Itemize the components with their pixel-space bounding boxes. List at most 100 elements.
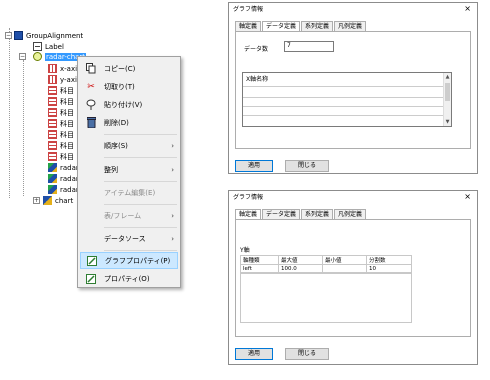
tab-data[interactable]: データ定義 [262,209,301,219]
grid-row-line [243,97,443,98]
menu-separator [104,250,177,251]
series-icon [48,174,57,183]
item-icon [48,130,57,139]
table-empty-area [240,273,412,323]
menu-item-delete[interactable]: 削除(D) [80,114,178,131]
tab-bar: 軸定義 データ定義 系列定義 凡例定義 [235,209,367,220]
tree-node-item[interactable]: 科目 [48,129,74,140]
tree-node-axis[interactable]: y-axis [48,74,81,85]
column-header: 軸種類 [240,255,279,265]
close-button[interactable]: 閉じる [285,348,329,360]
tree-guide-line [9,28,10,198]
menu-item-paste[interactable]: 貼り付け(V) [80,96,178,113]
submenu-arrow-icon: › [171,141,174,150]
menu-item-copy[interactable]: コピー(C) [80,60,178,77]
menu-item-label: 整列 [104,165,118,174]
y-axis-table[interactable]: 軸種類 最大値 最小値 分割数 left 100.0 10 [240,255,412,273]
x-axis-name-grid[interactable]: X軸名称 ▲ ▼ [242,72,452,127]
axis-icon [48,75,57,84]
tab-series[interactable]: 系列定義 [301,21,334,31]
context-menu: コピー(C) ✂ 切取り(T) 貼り付け(V) 削除(D) 順序(S) › 整列… [77,56,181,288]
tree-node-label: 科目 [60,119,74,128]
menu-item-properties[interactable]: プロパティ(O) [80,270,178,287]
expand-toggle[interactable]: + [33,197,40,204]
trash-icon [84,117,98,129]
edit-icon [85,255,99,267]
grid-row-line [243,115,443,116]
tab-axis[interactable]: 軸定義 [235,21,262,31]
menu-separator [104,157,177,158]
close-icon[interactable]: × [464,4,471,13]
tree-node-item[interactable]: 科目 [48,140,74,151]
menu-item-table-frame[interactable]: 表/フレーム › [80,207,178,224]
tree-node-item[interactable]: 科目 [48,85,74,96]
column-header: 最小値 [322,255,367,265]
menu-item-label: 表/フレーム [104,211,142,220]
tree-node-item[interactable]: 科目 [48,118,74,129]
tree-node-label: GroupAlignment [26,31,84,40]
group-icon [14,31,23,40]
collapse-toggle[interactable]: − [19,53,26,60]
menu-item-graph-properties[interactable]: グラフプロパティ(P) [80,252,178,269]
menu-item-data-source[interactable]: データソース › [80,230,178,247]
apply-button[interactable]: 適用 [235,348,273,360]
series-icon [48,163,57,172]
menu-item-order[interactable]: 順序(S) › [80,137,178,154]
collapse-toggle[interactable]: − [5,32,12,39]
tree-node-axis[interactable]: x-axis [48,63,81,74]
submenu-arrow-icon: › [171,165,174,174]
menu-item-label: データソース [104,234,146,243]
item-icon [48,86,57,95]
menu-item-label: グラフプロパティ(P) [105,256,171,265]
tree-node-root[interactable]: GroupAlignment [14,30,83,41]
table-row[interactable]: left 100.0 10 [240,264,412,273]
tab-series[interactable]: 系列定義 [301,209,334,219]
menu-item-label: プロパティ(O) [104,274,150,283]
tree-node-data[interactable]: radar [48,162,79,173]
tree-node-chart[interactable]: chart [43,195,73,206]
table-cell[interactable]: left [240,264,279,273]
tree-node-label: 科目 [60,86,74,95]
table-cell[interactable]: 10 [366,264,412,273]
close-button[interactable]: 閉じる [285,160,329,172]
tree-node-item[interactable]: 科目 [48,107,74,118]
tree-node-label: 科目 [60,141,74,150]
tree-node-label: 科目 [60,97,74,106]
item-icon [48,152,57,161]
tree-node-label: radar [60,185,79,194]
graph-info-dialog-data: グラフ情報 × 軸定義 データ定義 系列定義 凡例定義 データ数 7 X軸名称 … [228,2,478,174]
scroll-up-icon[interactable]: ▲ [444,73,451,81]
tree-node-label: Label [45,42,64,51]
tab-bar: 軸定義 データ定義 系列定義 凡例定義 [235,21,367,32]
close-icon[interactable]: × [464,192,471,201]
scroll-down-icon[interactable]: ▼ [444,118,451,126]
vertical-scrollbar[interactable]: ▲ ▼ [443,73,451,126]
tree-node-item[interactable]: 科目 [48,151,74,162]
table-cell[interactable] [322,264,367,273]
tab-legend[interactable]: 凡例定義 [334,209,367,219]
menu-separator [104,134,177,135]
grid-row-line [243,106,443,107]
tree-node-data[interactable]: radar [48,173,79,184]
graph-info-dialog-axis: グラフ情報 × 軸定義 データ定義 系列定義 凡例定義 Y軸 軸種類 最大値 最… [228,190,478,365]
scroll-thumb[interactable] [445,83,450,101]
menu-item-cut[interactable]: ✂ 切取り(T) [80,78,178,95]
tree-node-item[interactable]: 科目 [48,96,74,107]
menu-item-label: 貼り付け(V) [104,100,143,109]
apply-button[interactable]: 適用 [235,160,273,172]
edit-icon [84,273,98,285]
paste-icon [84,99,98,111]
tree-node-label: chart [55,196,74,205]
data-count-input[interactable]: 7 [284,41,334,52]
menu-item-label: 削除(D) [104,118,129,127]
copy-icon [84,63,98,75]
tree-node-data[interactable]: radar [48,184,79,195]
column-header: 分割数 [366,255,412,265]
menu-item-align[interactable]: 整列 › [80,161,178,178]
menu-item-edit-item[interactable]: アイテム編集(E) [80,184,178,201]
menu-separator [104,227,177,228]
tab-legend[interactable]: 凡例定義 [334,21,367,31]
scissors-icon: ✂ [87,81,95,92]
tree-node-label: radar [60,163,79,172]
table-cell[interactable]: 100.0 [278,264,323,273]
